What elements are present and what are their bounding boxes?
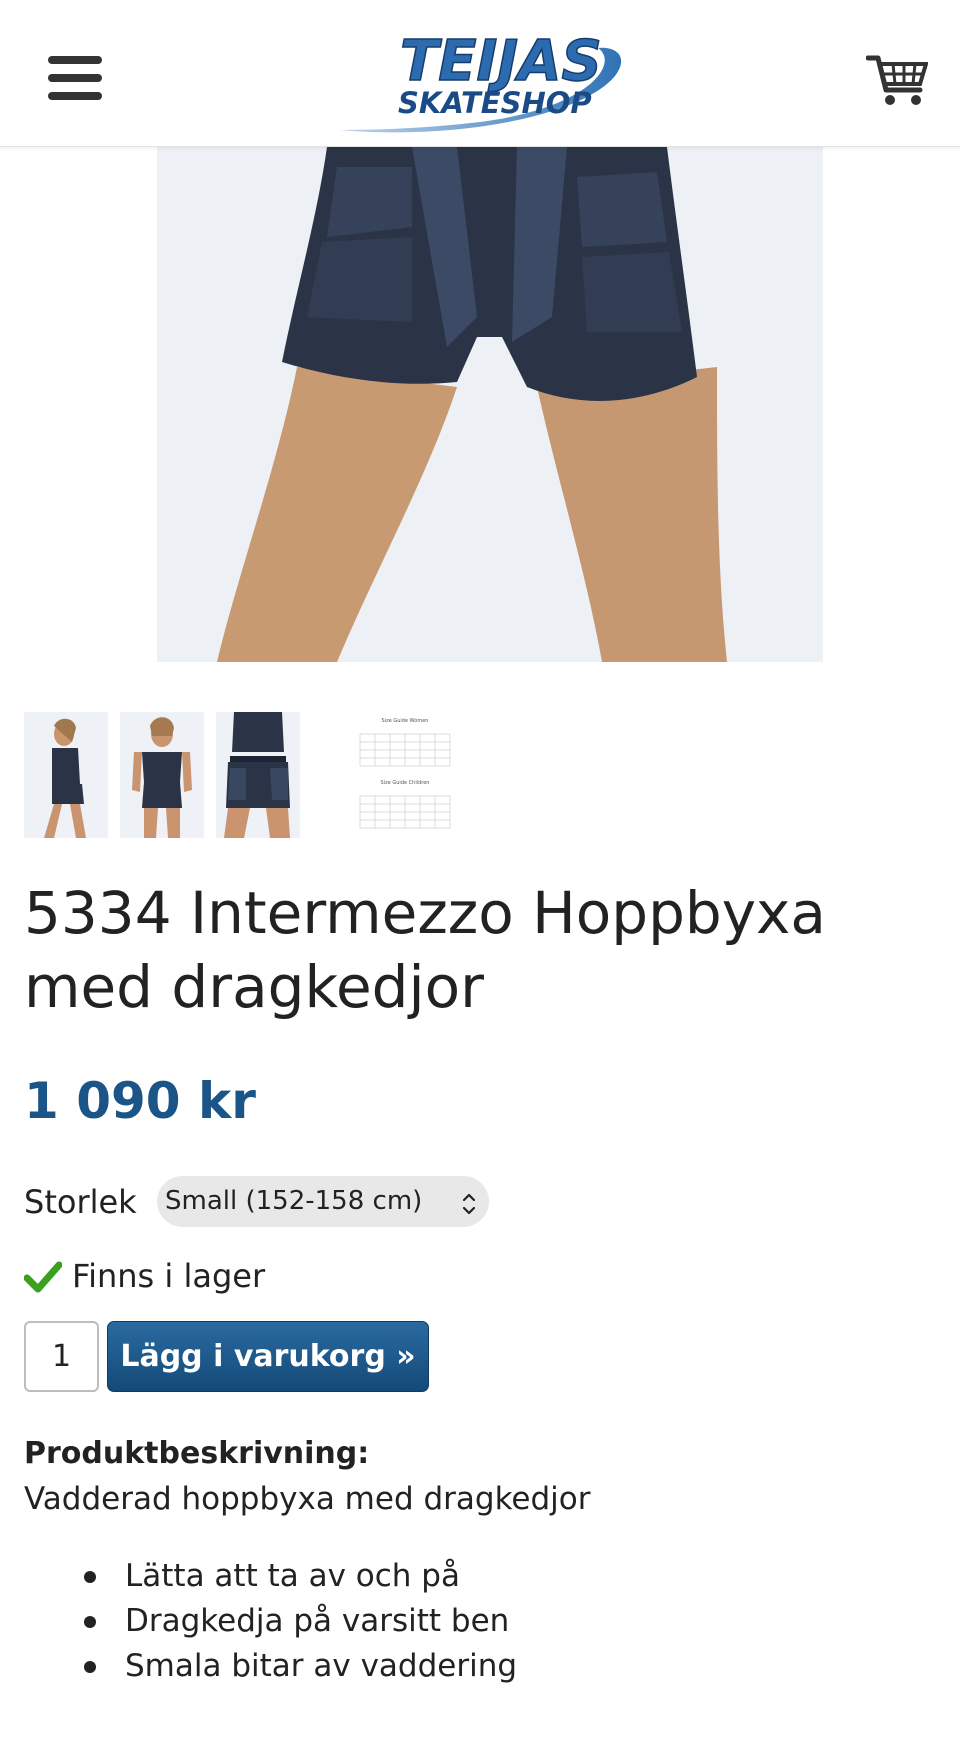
bullet-icon — [84, 1571, 96, 1583]
list-item: Dragkedja på varsitt ben — [0, 1599, 960, 1644]
list-item: Lätta att ta av och på — [0, 1554, 960, 1599]
thumbnail-closeup[interactable] — [216, 712, 300, 838]
thumbnail-side-view[interactable] — [24, 712, 108, 838]
hamburger-menu-icon[interactable] — [48, 56, 110, 104]
site-header: TEIJAS SKATESHOP — [0, 0, 960, 147]
product-main-image[interactable] — [157, 147, 823, 662]
checkmark-icon — [23, 1260, 63, 1294]
thumbnail-front-view[interactable] — [120, 712, 204, 838]
list-item: Smala bitar av vaddering — [0, 1644, 960, 1689]
feature-list: Lätta att ta av och på Dragkedja på vars… — [0, 1554, 960, 1689]
bullet-icon — [84, 1616, 96, 1628]
size-select-value: Small (152-158 cm) — [165, 1186, 423, 1216]
product-title: 5334 Intermezzo Hoppbyxa med dragkedjor — [24, 879, 826, 1021]
svg-text:Size Guide Women: Size Guide Women — [382, 718, 429, 724]
svg-text:Size Guide Children: Size Guide Children — [381, 780, 430, 786]
svg-text:TEIJAS: TEIJAS — [400, 29, 602, 94]
thumbnail-size-guide[interactable]: Size Guide Women Size Guide Children — [336, 712, 474, 838]
svg-text:SKATESHOP: SKATESHOP — [398, 86, 592, 120]
description-heading: Produktbeskrivning: — [24, 1436, 370, 1471]
bullet-icon — [84, 1661, 96, 1673]
add-to-cart-button[interactable]: Lägg i varukorg » — [107, 1321, 429, 1392]
size-select[interactable]: Small (152-158 cm) — [157, 1176, 489, 1227]
quantity-input[interactable]: 1 — [24, 1321, 99, 1392]
feature-text: Dragkedja på varsitt ben — [125, 1603, 510, 1639]
feature-text: Lätta att ta av och på — [125, 1558, 460, 1594]
description-text: Vadderad hoppbyxa med dragkedjor — [24, 1481, 591, 1517]
size-label: Storlek — [24, 1183, 137, 1221]
site-logo[interactable]: TEIJAS SKATESHOP — [330, 18, 660, 143]
feature-text: Smala bitar av vaddering — [125, 1648, 518, 1684]
product-price: 1 090 kr — [24, 1072, 256, 1130]
stock-status-text: Finns i lager — [72, 1257, 266, 1295]
select-arrows-icon — [461, 1186, 477, 1216]
shopping-cart-icon[interactable] — [865, 52, 929, 108]
